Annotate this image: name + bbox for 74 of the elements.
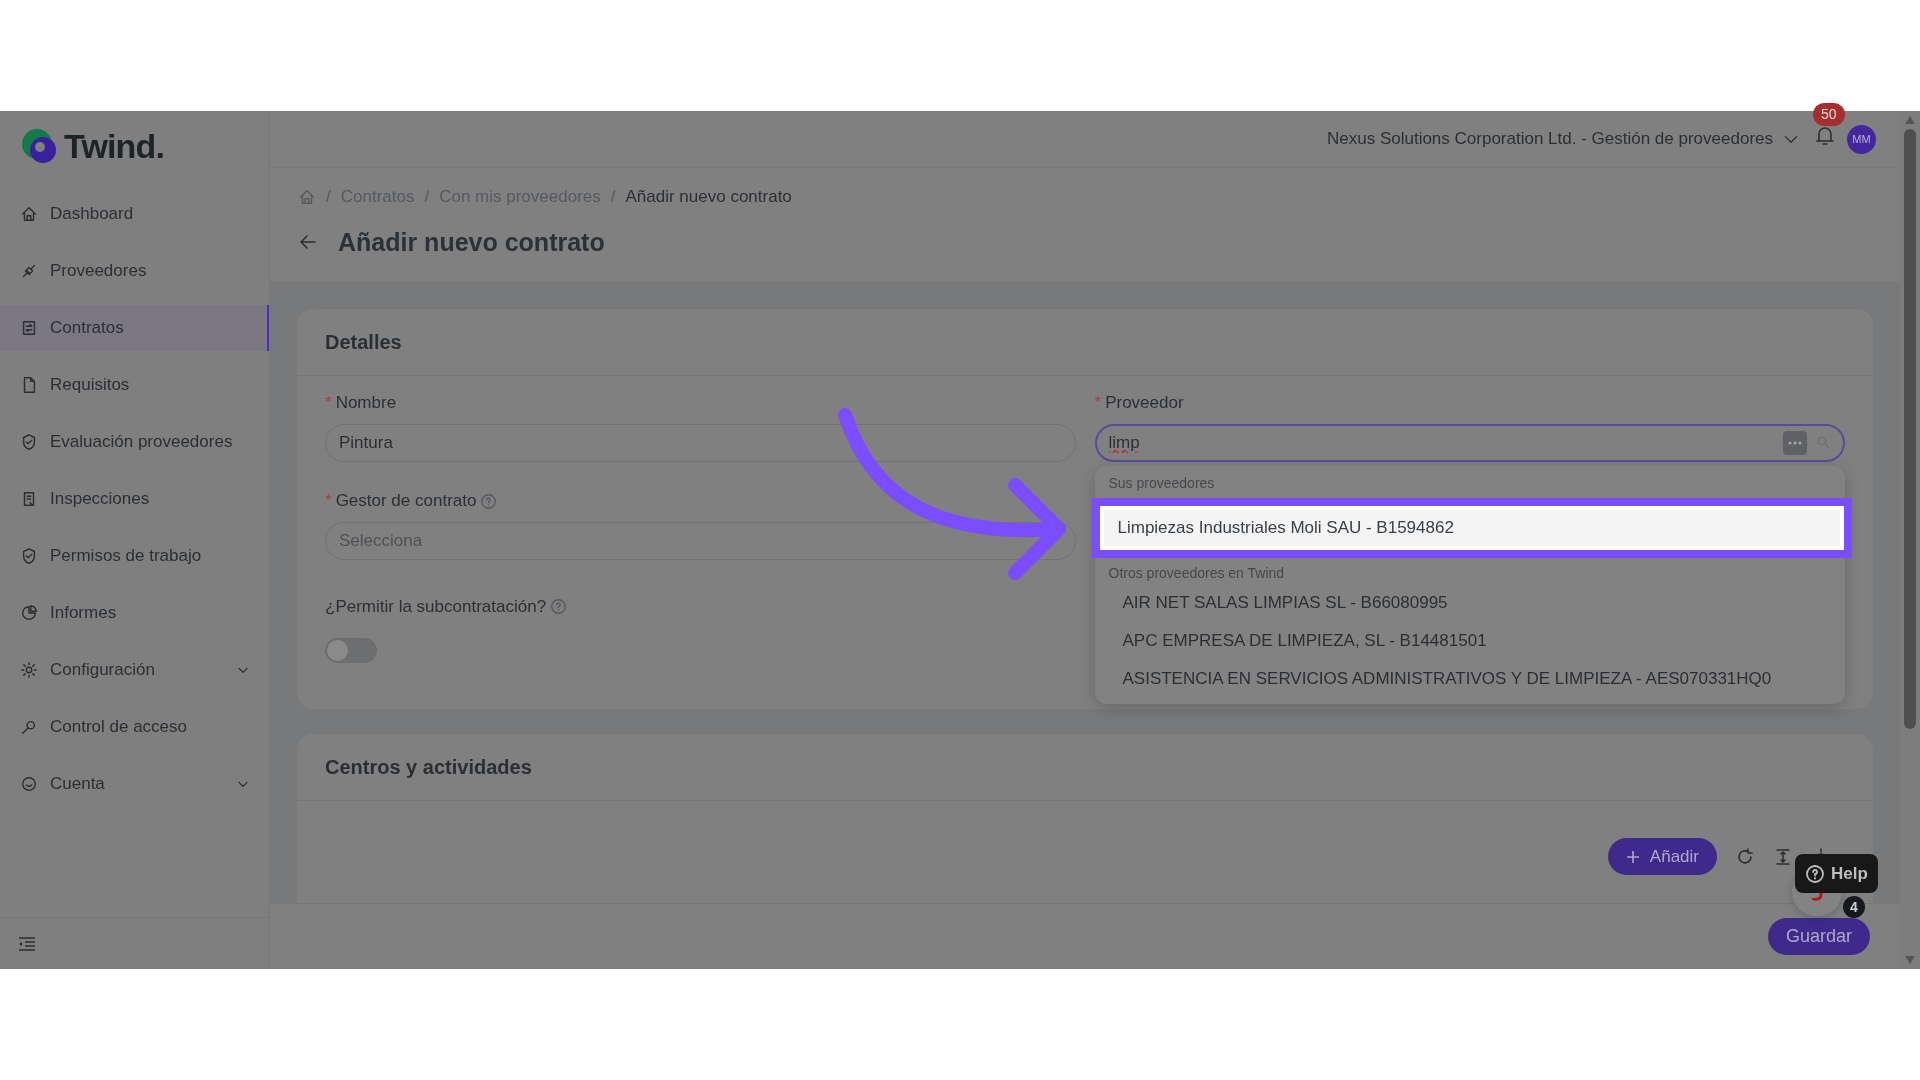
sidebar-item[interactable]: Cuenta	[0, 761, 269, 807]
plus-icon	[1625, 849, 1640, 864]
sidebar-item[interactable]: Informes	[0, 590, 269, 636]
sidebar-item[interactable]: Inspecciones	[0, 476, 269, 522]
sidebar-item[interactable]: Configuración	[0, 647, 269, 693]
smiley-icon	[20, 775, 38, 793]
group-heading: Sus proveedores	[1107, 473, 1216, 493]
collapse-menu-icon[interactable]	[18, 935, 36, 952]
key-icon	[20, 718, 38, 736]
sidebar-label: Informes	[50, 602, 118, 625]
help-icon	[550, 598, 568, 616]
sidebar-label: Cuenta	[50, 773, 106, 796]
document-icon	[20, 319, 38, 337]
sidebar-label: Evaluación proveedores	[50, 431, 234, 454]
user-avatar[interactable]: MM	[1847, 124, 1876, 154]
breadcrumb-separator: /	[610, 186, 616, 208]
sidebar-item[interactable]: Dashboard	[0, 191, 269, 237]
dropdown-option[interactable]: AIR NET SALAS LIMPIAS SL - B66080995	[1094, 584, 1845, 622]
dropdown-option[interactable]: APC EMPRESA DE LIMPIEZA, SL - B14481501	[1094, 622, 1845, 660]
supplier-search-field[interactable]: limp	[1094, 424, 1845, 462]
refresh-icon[interactable]	[1735, 846, 1755, 867]
sidebar-item[interactable]: Contratos	[0, 305, 269, 351]
company-selector[interactable]: Nexus Solutions Corporation Ltd. - Gestión de proveedores	[1326, 126, 1799, 152]
help-icon	[480, 492, 498, 510]
sidebar-item[interactable]: Evaluación proveedores	[0, 419, 269, 465]
field-label: Proveedor	[1105, 392, 1184, 415]
field-label: ¿Permitir la subcontratación?	[325, 596, 547, 618]
more-icon[interactable]	[1783, 431, 1807, 455]
required-mark: *	[1094, 392, 1102, 415]
field-label: Gestor de contrato	[335, 490, 477, 513]
breadcrumb-separator: /	[424, 186, 430, 208]
row-height-icon[interactable]	[1773, 846, 1793, 867]
add-button[interactable]: Añadir	[1607, 838, 1717, 875]
section-title: Detalles	[325, 330, 402, 355]
sidebar-label: Contratos	[50, 317, 125, 340]
name-field[interactable]: Pintura	[325, 424, 1076, 462]
dropdown-option[interactable]: Limpiezas Industriales Moli SAU - B1594862	[1091, 498, 1852, 558]
scrollbar-thumb[interactable]	[1904, 129, 1916, 729]
help-tooltip[interactable]: Help	[1795, 854, 1878, 893]
group-heading: Otros proveedores en Twind	[1107, 563, 1286, 583]
scroll-up-icon[interactable]	[1904, 115, 1916, 125]
help-icon	[1805, 863, 1825, 884]
sidebar-label: Inspecciones	[50, 488, 151, 511]
home-icon[interactable]	[298, 187, 316, 206]
shield-icon	[20, 547, 38, 565]
sidebar-label: Control de acceso	[50, 716, 189, 739]
sidebar-item[interactable]: Control de acceso	[0, 704, 269, 750]
sidebar-label: Requisitos	[50, 374, 131, 397]
scroll-down-icon[interactable]	[1904, 955, 1916, 965]
sidebar-label: Permisos de trabajo	[50, 545, 203, 568]
notification-badge: 50	[1813, 102, 1845, 126]
page-title: Añadir nuevo contrato	[338, 226, 605, 258]
pie-chart-icon	[20, 604, 38, 622]
field-label: Nombre	[335, 392, 397, 415]
breadcrumb-separator: /	[326, 186, 331, 208]
plug-icon	[20, 262, 38, 280]
settings-icon	[20, 661, 38, 679]
bell-icon[interactable]	[1815, 124, 1835, 147]
logo-text: Twind.	[64, 125, 165, 167]
sidebar-item[interactable]: Permisos de trabajo	[0, 533, 269, 579]
sidebar-item[interactable]: Requisitos	[0, 362, 269, 408]
sidebar-item[interactable]: Proveedores	[0, 248, 269, 294]
save-button[interactable]: Guardar	[1767, 918, 1870, 955]
sidebar-label: Dashboard	[50, 203, 135, 226]
section-title: Centros y actividades	[325, 755, 532, 780]
required-mark: *	[325, 392, 332, 415]
shield-icon	[20, 433, 38, 451]
sidebar-label: Proveedores	[50, 260, 148, 283]
subcontract-toggle[interactable]	[325, 637, 377, 663]
breadcrumb-current: Añadir nuevo contrato	[625, 186, 792, 208]
home-icon	[20, 205, 38, 223]
required-mark: *	[325, 490, 332, 513]
sidebar-label: Configuración	[50, 659, 156, 682]
dropdown-option[interactable]: ASISTENCIA EN SERVICIOS ADMINISTRATIVOS Y DE LIMPIEZA - AES070331HQ0	[1094, 660, 1845, 698]
